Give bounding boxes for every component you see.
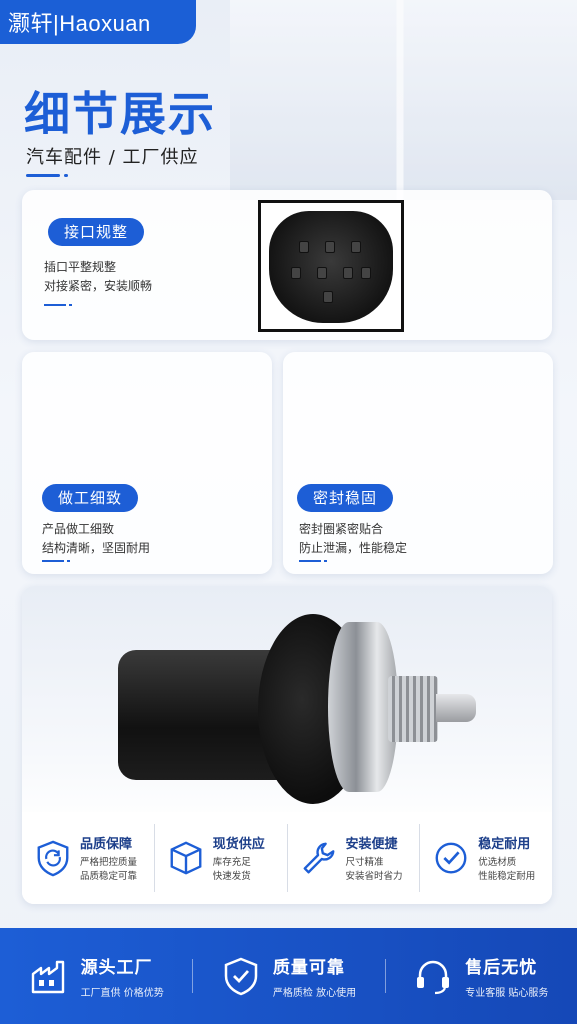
sensor-image xyxy=(118,606,508,806)
bottom-service: 售后无忧 专业客服 贴心服务 xyxy=(384,953,577,999)
feature-line: 品质稳定可靠 xyxy=(80,870,138,882)
accent-line xyxy=(44,304,72,306)
feature-line: 优选材质 xyxy=(478,856,517,868)
title-underline xyxy=(26,174,68,177)
product-showcase: 品质保障 严格把控质量 品质稳定可靠 现货供应 库存充足 快速发货 安装便捷 尺… xyxy=(22,586,552,904)
shield-refresh-icon xyxy=(37,840,69,877)
page-subtitle: 汽车配件 / 工厂供应 xyxy=(26,147,199,168)
feature-title: 稳定耐用 xyxy=(478,836,531,852)
bottom-factory: 源头工厂 工厂直供 价格优势 xyxy=(0,953,192,999)
desc-line: 产品做工细致 xyxy=(42,522,115,536)
detail-card-workmanship: 做工细致 产品做工细致 结构清晰，坚固耐用 xyxy=(22,352,272,574)
feature-row: 品质保障 严格把控质量 品质稳定可靠 现货供应 库存充足 快速发货 安装便捷 尺… xyxy=(22,812,552,904)
tag-interface: 接口规整 xyxy=(48,218,145,246)
desc-line: 插口平整规整 xyxy=(44,260,117,274)
desc-line: 密封圈紧密贴合 xyxy=(299,522,384,536)
bottom-quality: 质量可靠 严格质检 放心使用 xyxy=(192,953,384,999)
bottom-sub: 工厂直供 价格优势 xyxy=(80,988,164,999)
shield-check-icon xyxy=(224,957,258,996)
connector-body xyxy=(269,211,393,323)
feature-title: 品质保障 xyxy=(80,836,133,852)
wrench-icon xyxy=(303,842,334,874)
feature-line: 严格把控质量 xyxy=(80,856,138,868)
bottom-sub: 严格质检 放心使用 xyxy=(272,988,357,999)
desc-line: 结构清晰，坚固耐用 xyxy=(42,541,151,555)
bottom-title: 源头工厂 xyxy=(80,958,153,978)
feature-line: 性能稳定耐用 xyxy=(478,870,536,882)
card-description: 插口平整规整 对接紧密，安装顺畅 xyxy=(44,258,152,296)
sensor-thread xyxy=(388,676,438,742)
detail-card-sealing: 密封稳固 密封圈紧密贴合 防止泄漏，性能稳定 xyxy=(283,352,553,574)
page-title: 细节展示 xyxy=(24,87,216,141)
tag-workmanship: 做工细致 xyxy=(42,484,139,512)
accent-line xyxy=(299,560,327,562)
factory-icon xyxy=(31,960,64,994)
feature-quality: 品质保障 严格把控质量 品质稳定可靠 xyxy=(22,824,155,892)
bottom-title: 售后无忧 xyxy=(465,958,538,978)
brand-name: 灏轩|Haoxuan xyxy=(8,11,151,36)
box-icon xyxy=(170,841,202,875)
headset-icon xyxy=(417,960,450,995)
background-window xyxy=(230,0,577,200)
connector-photo xyxy=(258,200,404,332)
accent-line xyxy=(42,560,70,562)
feature-title: 安装便捷 xyxy=(345,836,398,852)
feature-line: 尺寸精准 xyxy=(345,856,384,868)
sensor-tip xyxy=(436,694,476,722)
bottom-bar: 源头工厂 工厂直供 价格优势 质量可靠 严格质检 放心使用 售后无忧 专业客服 … xyxy=(0,928,577,1024)
desc-line: 对接紧密，安装顺畅 xyxy=(44,279,153,293)
feature-durable: 稳定耐用 优选材质 性能稳定耐用 xyxy=(420,824,552,892)
feature-install: 安装便捷 尺寸精准 安装省时省力 xyxy=(288,824,421,892)
card-description: 密封圈紧密贴合 防止泄漏，性能稳定 xyxy=(299,520,407,558)
feature-title: 现货供应 xyxy=(212,836,265,852)
feature-line: 安装省时省力 xyxy=(345,870,403,882)
bottom-title: 质量可靠 xyxy=(272,958,345,978)
tag-sealing: 密封稳固 xyxy=(297,484,394,512)
feature-line: 库存充足 xyxy=(212,856,251,868)
feature-line: 快速发货 xyxy=(212,870,251,882)
check-badge-icon xyxy=(435,842,467,874)
bottom-sub: 专业客服 贴心服务 xyxy=(465,988,549,999)
desc-line: 防止泄漏，性能稳定 xyxy=(299,541,408,555)
card-description: 产品做工细致 结构清晰，坚固耐用 xyxy=(42,520,150,558)
feature-stock: 现货供应 库存充足 快速发货 xyxy=(155,824,288,892)
brand-tag: 灏轩|Haoxuan xyxy=(0,0,196,44)
